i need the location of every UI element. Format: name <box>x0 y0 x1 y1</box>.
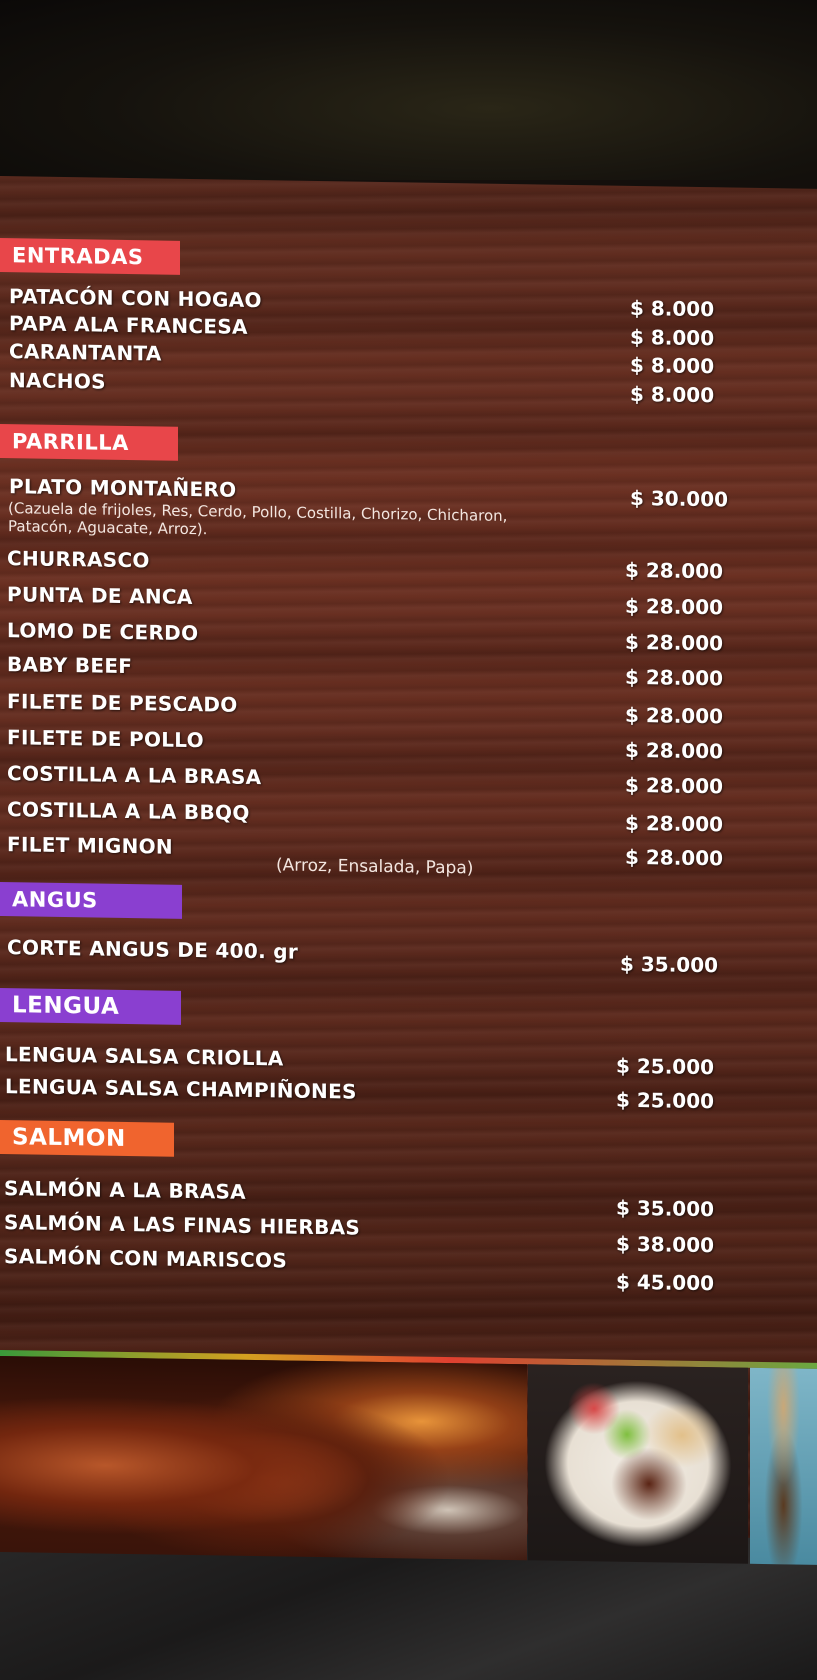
menu-item-name: SALMÓN A LAS FINAS HIERBAS <box>4 1210 361 1240</box>
menu-item-name: FILETE DE POLLO <box>7 725 204 753</box>
section-title: ENTRADAS <box>12 243 144 270</box>
menu-item-price: $ 28.000 <box>625 737 724 764</box>
section-title: SALMON <box>12 1124 126 1152</box>
menu-item-price: $ 30.000 <box>630 485 729 512</box>
section-title: PARRILLA <box>12 429 129 456</box>
menu-item-price: $ 28.000 <box>625 593 724 620</box>
menu-item-price: $ 38.000 <box>616 1231 715 1258</box>
menu-item-name: BABY BEEF <box>7 652 133 679</box>
menu-item-price: $ 35.000 <box>616 1195 715 1222</box>
menu-item-name: LENGUA SALSA CRIOLLA <box>5 1042 284 1071</box>
menu-item-name: COSTILLA A LA BBQQ <box>7 797 250 825</box>
menu-item-price: $ 8.000 <box>630 324 715 351</box>
menu-item-name: NACHOS <box>9 368 106 394</box>
menu-item-price: $ 28.000 <box>625 844 724 871</box>
menu-item-price: $ 8.000 <box>630 295 715 322</box>
menu-item-name: PLATO MONTAÑERO <box>9 474 237 502</box>
section-header-parrilla: PARRILLA <box>0 424 178 461</box>
grilled-ribs-photo <box>0 1356 527 1561</box>
menu-item-price: $ 28.000 <box>625 772 724 799</box>
section-title: LENGUA <box>12 992 120 1020</box>
section-header-lengua: LENGUA <box>0 988 181 1025</box>
photo-strip <box>0 1356 817 1565</box>
menu-item-price: $ 28.000 <box>625 629 724 656</box>
menu-card: ENTRADAS PATACÓN CON HOGAO $ 8.000 PAPA … <box>0 176 817 1565</box>
menu-item-name: FILETE DE PESCADO <box>7 689 238 717</box>
menu-item-name: LOMO DE CERDO <box>7 618 199 646</box>
menu-item-price: $ 28.000 <box>625 664 724 691</box>
menu-item-name: SALMÓN A LA BRASA <box>4 1176 246 1204</box>
section-header-salmon: SALMON <box>0 1120 174 1157</box>
menu-item-name: COSTILLA A LA BRASA <box>7 761 262 790</box>
menu-item-name: PUNTA DE ANCA <box>7 582 193 610</box>
menu-item-description: Patacón, Aguacate, Arroz). <box>8 517 208 539</box>
section-header-entradas: ENTRADAS <box>0 238 180 275</box>
section-title: ANGUS <box>12 887 98 913</box>
plated-meal-photo <box>528 1364 748 1564</box>
menu-item-price: $ 28.000 <box>625 557 724 584</box>
menu-item-price: $ 8.000 <box>630 381 715 408</box>
menu-item-price: $ 35.000 <box>620 951 719 978</box>
menu-item-name: CORTE ANGUS DE 400. gr <box>7 935 299 964</box>
menu-item-name: PATACÓN CON HOGAO <box>9 284 262 313</box>
menu-item-price: $ 25.000 <box>616 1053 715 1080</box>
menu-item-price: $ 28.000 <box>625 810 724 837</box>
menu-item-name: LENGUA SALSA CHAMPIÑONES <box>5 1074 357 1104</box>
menu-item-name: CHURRASCO <box>7 546 150 573</box>
menu-item-price: $ 45.000 <box>616 1269 715 1296</box>
menu-item-name: FILET MIGNON <box>7 832 173 859</box>
menu-item-name: CARANTANTA <box>9 339 162 366</box>
menu-item-name: SALMÓN CON MARISCOS <box>4 1244 288 1273</box>
menu-item-name: PAPA ALA FRANCESA <box>9 311 248 339</box>
dish-photo <box>750 1367 817 1565</box>
table-background-top <box>0 0 817 180</box>
menu-item-price: $ 25.000 <box>616 1087 715 1114</box>
menu-item-price: $ 8.000 <box>630 352 715 379</box>
sides-note: (Arroz, Ensalada, Papa) <box>276 855 474 879</box>
menu-item-price: $ 28.000 <box>625 702 724 729</box>
section-header-angus: ANGUS <box>0 882 182 919</box>
